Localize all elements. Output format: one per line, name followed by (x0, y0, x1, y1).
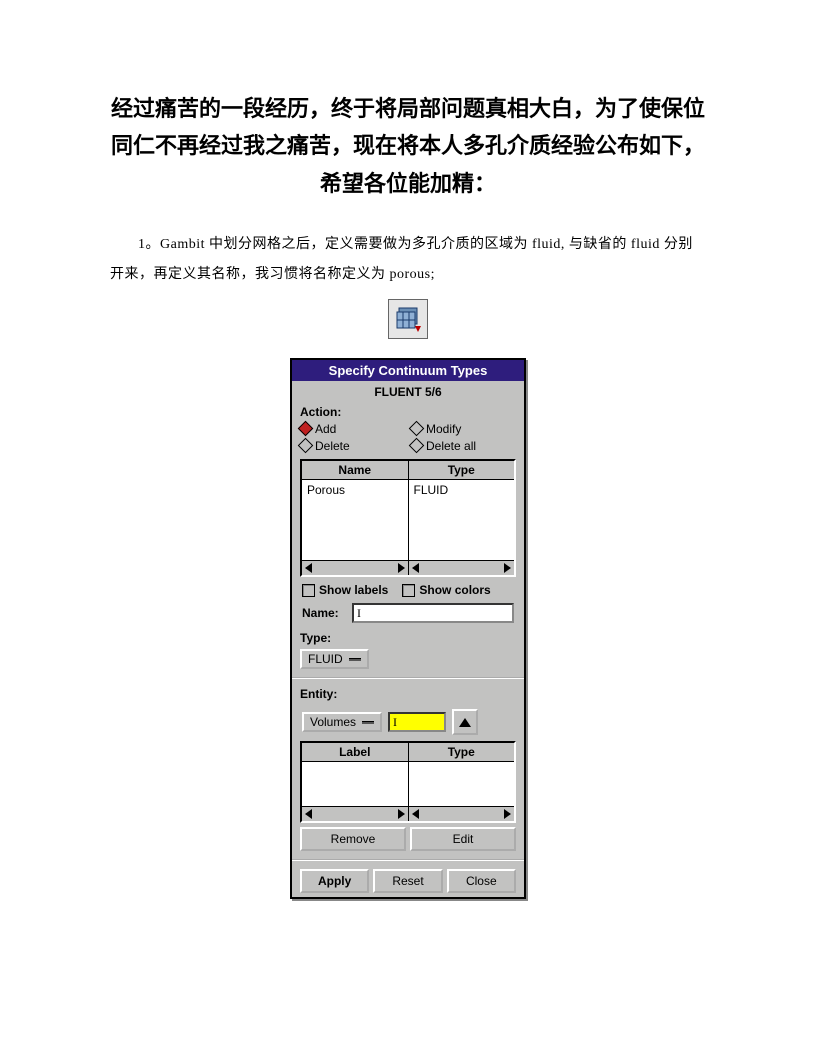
radio-label: Modify (426, 422, 461, 436)
combo-handle-icon (362, 721, 374, 724)
cell-name[interactable]: Porous (302, 480, 409, 560)
list-scrollbar[interactable] (302, 806, 514, 821)
apply-button[interactable]: Apply (300, 869, 369, 893)
diamond-icon (409, 421, 425, 437)
entity-label: Entity: (300, 687, 516, 701)
arrow-right-icon (398, 563, 405, 573)
entity-input[interactable]: I (388, 712, 446, 732)
arrow-right-icon (398, 809, 405, 819)
continuum-types-icon[interactable] (388, 299, 428, 339)
arrow-left-icon (305, 809, 312, 819)
document-title: 经过痛苦的一段经历，终于将局部问题真相大白，为了使保位同仁不再经过我之痛苦，现在… (110, 90, 706, 202)
diamond-icon (409, 438, 425, 454)
diamond-icon (298, 421, 314, 437)
arrow-left-icon (305, 563, 312, 573)
check-show-colors[interactable]: Show colors (402, 583, 490, 597)
radio-label: Delete (315, 439, 350, 453)
check-show-labels[interactable]: Show labels (302, 583, 388, 597)
checkbox-icon (302, 584, 315, 597)
name-input[interactable]: I (352, 603, 514, 623)
name-label: Name: (302, 606, 346, 620)
entity-list[interactable]: Label Type (300, 741, 516, 823)
dialog-subtitle: FLUENT 5/6 (292, 381, 524, 401)
list-scrollbar[interactable] (302, 560, 514, 575)
continuum-list[interactable]: Name Type Porous FLUID (300, 459, 516, 577)
specify-continuum-dialog: Specify Continuum Types FLUENT 5/6 Actio… (290, 358, 526, 899)
arrow-left-icon (412, 809, 419, 819)
paragraph-1: 1。Gambit 中划分网格之后，定义需要做为多孔介质的区域为 fluid, 与… (110, 230, 706, 289)
remove-button[interactable]: Remove (300, 827, 406, 851)
edit-button[interactable]: Edit (410, 827, 516, 851)
arrow-right-icon (504, 809, 511, 819)
cell-empty (302, 762, 409, 806)
cell-empty (409, 762, 515, 806)
radio-delete-all[interactable]: Delete all (411, 439, 516, 453)
radio-modify[interactable]: Modify (411, 422, 516, 436)
arrow-up-icon (459, 718, 471, 727)
text-cursor-icon: I (357, 606, 361, 621)
col-header-type: Type (409, 743, 515, 761)
col-header-name: Name (302, 461, 409, 479)
reset-button[interactable]: Reset (373, 869, 442, 893)
checkbox-icon (402, 584, 415, 597)
text-cursor-icon: I (393, 715, 397, 730)
diamond-icon (298, 438, 314, 454)
dialog-title: Specify Continuum Types (292, 360, 524, 381)
combo-handle-icon (349, 658, 361, 661)
radio-label: Delete all (426, 439, 476, 453)
entity-up-button[interactable] (452, 709, 478, 735)
type-label: Type: (300, 631, 516, 645)
arrow-right-icon (504, 563, 511, 573)
arrow-left-icon (412, 563, 419, 573)
radio-delete[interactable]: Delete (300, 439, 405, 453)
cell-type[interactable]: FLUID (409, 480, 515, 560)
col-header-label: Label (302, 743, 409, 761)
col-header-type: Type (409, 461, 515, 479)
radio-label: Add (315, 422, 336, 436)
entity-combo[interactable]: Volumes (302, 712, 382, 732)
combo-value: FLUID (308, 652, 343, 666)
combo-value: Volumes (310, 715, 356, 729)
radio-add[interactable]: Add (300, 422, 405, 436)
close-button[interactable]: Close (447, 869, 516, 893)
type-combo[interactable]: FLUID (300, 649, 369, 669)
action-label: Action: (300, 405, 516, 419)
